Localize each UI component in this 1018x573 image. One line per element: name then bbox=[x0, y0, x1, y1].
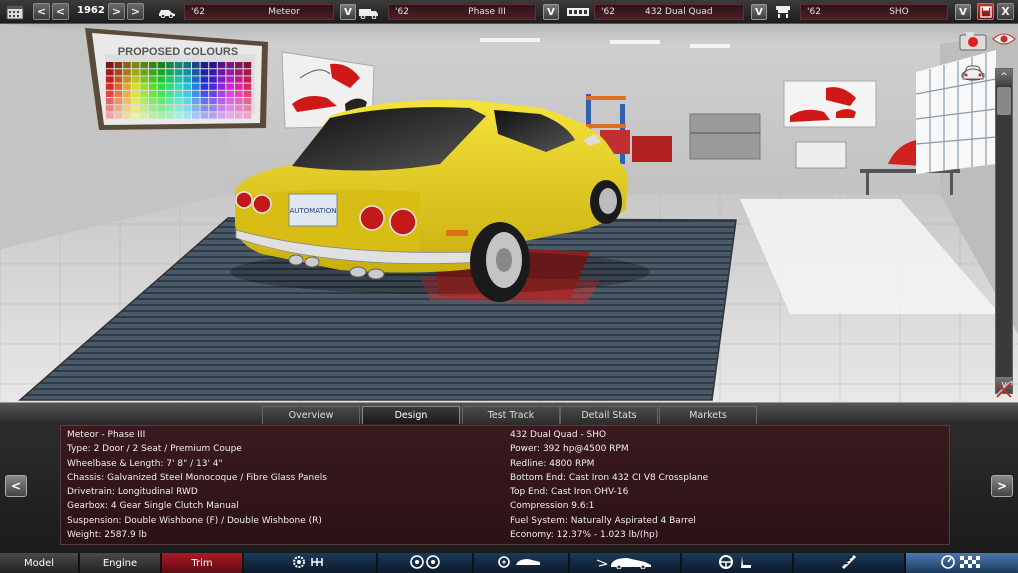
wrench-cross-icon[interactable] bbox=[993, 379, 1015, 399]
nav-body-fixtures[interactable] bbox=[474, 553, 568, 573]
tab-markets[interactable]: Markets bbox=[659, 406, 757, 424]
year-display: 1962 bbox=[77, 5, 105, 16]
year-prev-prev-button[interactable]: < bbox=[33, 3, 50, 20]
nav-suspension[interactable] bbox=[794, 553, 904, 573]
car-title: Meteor - Phase III bbox=[67, 430, 146, 440]
save-icon[interactable] bbox=[977, 3, 994, 20]
nav-engine-label: Engine bbox=[102, 557, 138, 569]
body-fixtures-icon bbox=[496, 555, 546, 572]
calendar-icon[interactable] bbox=[4, 5, 26, 20]
trim-icon bbox=[358, 5, 380, 19]
car-drivetrain: Drivetrain: Longitudinal RWD bbox=[67, 487, 198, 498]
trim-name: Phase III bbox=[468, 7, 506, 17]
garage-viewport[interactable]: PROPOSED COLOURS AUTOMATION ^ v bbox=[0, 24, 1018, 402]
engine-redline: Redline: 4800 RPM bbox=[510, 458, 595, 469]
car-weight: Weight: 2587.9 lb bbox=[67, 530, 147, 541]
engine-selector[interactable]: '62 432 Dual Quad bbox=[594, 4, 744, 20]
engine-title: 432 Dual Quad - SHO bbox=[510, 430, 607, 440]
engine-variant-year: '62 bbox=[807, 7, 821, 17]
nav-engine[interactable]: Engine bbox=[80, 553, 160, 573]
trim-selector[interactable]: '62 Phase III bbox=[388, 4, 536, 20]
aero-icon bbox=[595, 555, 655, 572]
engine-year: '62 bbox=[601, 7, 615, 17]
engine-compression: Compression 9.6:1 bbox=[510, 501, 595, 512]
info-tabs: Overview Design Test Track Detail Stats … bbox=[0, 402, 1018, 424]
year-next-next-button[interactable]: > bbox=[127, 3, 144, 20]
tab-test-track[interactable]: Test Track bbox=[462, 406, 560, 424]
trim-year: '62 bbox=[395, 7, 409, 17]
car-wheelbase: Wheelbase & Length: 7' 8" / 13' 4" bbox=[67, 458, 223, 469]
suspension-icon bbox=[839, 554, 859, 573]
engine-economy: Economy: 12.37% - 1.023 lb/(hp) bbox=[510, 530, 659, 541]
car-icon bbox=[156, 5, 178, 19]
model-selector[interactable]: '62 Meteor bbox=[184, 4, 334, 20]
viewport-scrollbar[interactable]: ^ v bbox=[995, 68, 1013, 394]
trim-dropdown-button[interactable]: V bbox=[543, 4, 559, 20]
tab-detail-stats[interactable]: Detail Stats bbox=[560, 406, 658, 424]
info-prev-button[interactable]: < bbox=[5, 475, 27, 497]
nav-trim-label: Trim bbox=[191, 557, 213, 569]
camera-icon[interactable] bbox=[958, 31, 990, 51]
engine-top-icon bbox=[772, 5, 794, 19]
nav-trim[interactable]: Trim bbox=[162, 553, 242, 573]
scroll-thumb[interactable] bbox=[997, 87, 1011, 115]
info-next-button[interactable]: > bbox=[991, 475, 1013, 497]
engine-variant-name: SHO bbox=[889, 7, 909, 17]
bottom-navigation: Model Engine Trim bbox=[0, 553, 1018, 573]
nav-engine-gear[interactable] bbox=[244, 553, 376, 573]
car-gearbox: Gearbox: 4 Gear Single Clutch Manual bbox=[67, 501, 239, 512]
engine-dropdown-button[interactable]: V bbox=[751, 4, 767, 20]
scroll-up-button[interactable]: ^ bbox=[996, 69, 1012, 85]
engine-variant-selector[interactable]: '62 SHO bbox=[800, 4, 948, 20]
view-rear-icon[interactable] bbox=[960, 68, 988, 164]
test-icon bbox=[940, 554, 984, 573]
engine-bottom-end: Bottom End: Cast Iron 432 CI V8 Crosspla… bbox=[510, 472, 709, 483]
model-year: '62 bbox=[191, 7, 205, 17]
top-toolbar: < < 1962 > > '62 Meteor V '62 Phase III … bbox=[0, 0, 1018, 24]
car-specs-column: Meteor - Phase III Type: 2 Door / 2 Seat… bbox=[67, 430, 327, 544]
engine-icon bbox=[565, 5, 591, 19]
poster-title: PROPOSED COLOURS bbox=[118, 46, 238, 58]
nav-aero[interactable] bbox=[570, 553, 680, 573]
car-suspension: Suspension: Double Wishbone (F) / Double… bbox=[67, 515, 322, 526]
car-type: Type: 2 Door / 2 Seat / Premium Coupe bbox=[67, 444, 242, 455]
engine-specs-column: 432 Dual Quad - SHO Power: 392 hp@4500 R… bbox=[510, 430, 708, 544]
colour-poster bbox=[85, 28, 268, 130]
wheels-icon bbox=[408, 554, 442, 572]
engine-name: 432 Dual Quad bbox=[645, 7, 713, 17]
interior-icon bbox=[717, 554, 757, 573]
license-plate: AUTOMATION bbox=[289, 207, 336, 215]
car-summary-box: Meteor - Phase III Type: 2 Door / 2 Seat… bbox=[60, 425, 950, 545]
engine-gear-icon bbox=[292, 555, 328, 572]
eye-icon[interactable] bbox=[992, 31, 1016, 47]
view-side-icon[interactable] bbox=[960, 65, 988, 138]
engine-variant-dropdown-button[interactable]: V bbox=[955, 4, 971, 20]
nav-wheels[interactable] bbox=[378, 553, 472, 573]
engine-top-end: Top End: Cast Iron OHV-16 bbox=[510, 487, 629, 498]
tab-overview[interactable]: Overview bbox=[262, 406, 360, 424]
year-next-button[interactable]: > bbox=[108, 3, 125, 20]
view-top-icon[interactable] bbox=[960, 69, 988, 112]
engine-fuel-system: Fuel System: Naturally Aspirated 4 Barre… bbox=[510, 515, 696, 526]
close-button[interactable]: X bbox=[997, 3, 1014, 20]
nav-test[interactable] bbox=[906, 553, 1018, 573]
nav-model[interactable]: Model bbox=[0, 553, 78, 573]
model-name: Meteor bbox=[268, 7, 300, 17]
tab-design[interactable]: Design bbox=[362, 406, 460, 424]
engine-power: Power: 392 hp@4500 RPM bbox=[510, 444, 629, 455]
model-dropdown-button[interactable]: V bbox=[340, 4, 356, 20]
garage-scene: PROPOSED COLOURS AUTOMATION bbox=[0, 24, 1018, 402]
nav-interior[interactable] bbox=[682, 553, 792, 573]
info-panel: < Meteor - Phase III Type: 2 Door / 2 Se… bbox=[0, 424, 1018, 551]
year-prev-button[interactable]: < bbox=[52, 3, 69, 20]
nav-model-label: Model bbox=[23, 557, 55, 569]
car-chassis: Chassis: Galvanized Steel Monocoque / Fi… bbox=[67, 472, 327, 483]
